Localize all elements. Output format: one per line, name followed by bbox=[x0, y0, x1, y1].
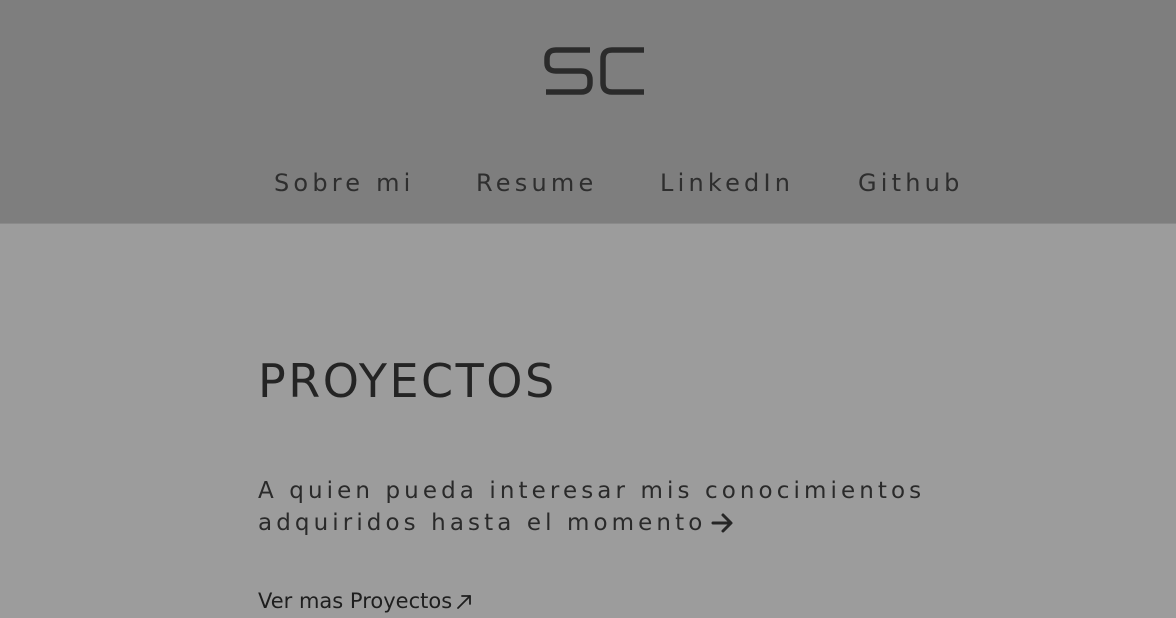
ver-mas-proyectos-link[interactable]: Ver mas Proyectos bbox=[258, 586, 473, 616]
intro-line-1: A quien pueda interesar mis conocimiento… bbox=[258, 478, 926, 504]
more-link-label: Ver mas Proyectos bbox=[258, 589, 453, 613]
nav-item-resume[interactable]: Resume bbox=[476, 166, 597, 200]
arrow-right-icon[interactable] bbox=[710, 511, 734, 533]
intro-text: A quien pueda interesar mis conocimiento… bbox=[258, 475, 958, 539]
page-title: PROYECTOS bbox=[258, 354, 557, 408]
site-header: Sobre mi Resume LinkedIn Github bbox=[0, 0, 1176, 224]
nav-item-sobre-mi[interactable]: Sobre mi bbox=[274, 166, 415, 200]
site-logo[interactable] bbox=[544, 46, 646, 96]
intro-line-2-text: adquiridos hasta el momento bbox=[258, 510, 707, 536]
nav-item-linkedin[interactable]: LinkedIn bbox=[660, 166, 794, 200]
sc-logo-icon bbox=[544, 47, 644, 95]
intro-line-2: adquiridos hasta el momento bbox=[258, 507, 958, 539]
nav-item-github[interactable]: Github bbox=[858, 166, 964, 200]
main-nav: Sobre mi Resume LinkedIn Github bbox=[0, 166, 1176, 200]
arrow-up-right-icon bbox=[456, 588, 473, 609]
